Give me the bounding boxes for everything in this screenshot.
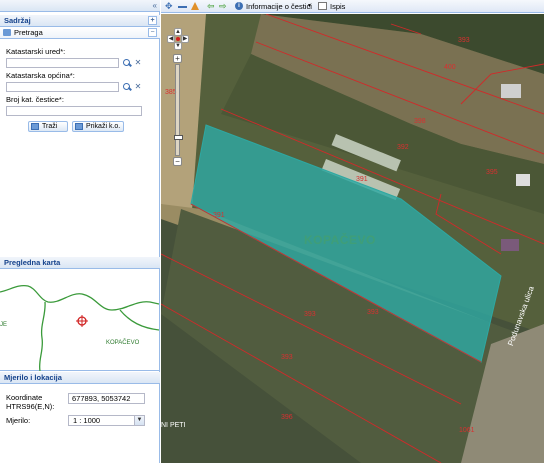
mjerilo-title: Mjerilo i lokacija xyxy=(4,373,62,382)
measure-line-icon[interactable] xyxy=(178,6,187,8)
zoom-thumb[interactable] xyxy=(174,135,183,140)
info-label[interactable]: Informacije o čestici xyxy=(246,2,312,11)
search-button[interactable]: Traži xyxy=(28,121,68,132)
measure-area-icon[interactable] xyxy=(191,2,199,10)
expand-sadrzaj-button[interactable]: + xyxy=(148,16,157,25)
scale-select[interactable]: 1 : 1000 ▼ xyxy=(68,415,145,426)
broj-cestice-label: Broj kat. čestice*: xyxy=(6,95,64,104)
chevron-down-icon[interactable]: ▼ xyxy=(134,416,144,425)
show-ko-icon xyxy=(75,123,83,130)
zoom-slider: + − xyxy=(173,54,183,166)
collapse-pretraga-button[interactable]: − xyxy=(148,28,157,37)
scale-select-value: 1 : 1000 xyxy=(73,416,101,425)
collapse-panel-button[interactable]: « xyxy=(153,1,157,10)
print-label[interactable]: Ispis xyxy=(330,2,345,11)
street-name-label: NI PETI xyxy=(161,422,186,429)
boundary-line xyxy=(119,309,160,331)
show-ko-button[interactable]: Prikaži k.o. xyxy=(72,121,124,132)
printer-icon[interactable] xyxy=(318,2,327,10)
zoom-in-button[interactable]: + xyxy=(173,54,182,63)
overview-map[interactable]: KOPAČEVO JE xyxy=(0,270,160,372)
boundary-line xyxy=(0,284,160,311)
broj-cestice-input[interactable] xyxy=(6,106,142,116)
zoom-track[interactable] xyxy=(174,64,183,156)
chevron-down-icon[interactable]: ▼ xyxy=(307,2,312,11)
clear-icon[interactable]: ✕ xyxy=(134,58,142,68)
pretraga-title: Pretraga xyxy=(14,28,43,37)
pan-icon[interactable]: ✥ xyxy=(165,2,173,11)
cadastral-map[interactable]: 393 400 398 392 391 391 393 393 393 1061… xyxy=(161,14,544,463)
parcel-number: 392 xyxy=(397,144,409,151)
panel-collapse-bar: « xyxy=(0,0,160,12)
katastarska-opcina-input[interactable] xyxy=(6,82,119,92)
pan-right-icon[interactable]: ▶ xyxy=(181,35,189,43)
coordinates-field[interactable]: 677893, 5053742 xyxy=(68,393,145,404)
parcel-number: 393 xyxy=(458,37,470,44)
parcel-number: 400 xyxy=(444,64,456,71)
katastarski-ured-input[interactable] xyxy=(6,58,119,68)
place-name-label: KOPAČEVO xyxy=(304,233,376,247)
parcel-number: 393 xyxy=(367,309,379,316)
coord-label-line1: Koordinate xyxy=(6,393,43,402)
search-panel-icon xyxy=(3,29,11,36)
info-icon[interactable]: i xyxy=(235,2,243,10)
overview-map-drawing xyxy=(0,284,160,372)
overview-edge-label: JE xyxy=(0,322,8,328)
overview-panel-header[interactable]: Pregledna karta xyxy=(0,257,160,269)
scale-label: Mjerilo: xyxy=(6,416,31,425)
building xyxy=(516,174,530,186)
sadrzaj-title: Sadržaj xyxy=(4,16,31,25)
parcel-number: 393 xyxy=(281,354,293,361)
parcel-number: 391 xyxy=(356,176,368,183)
building xyxy=(501,239,519,251)
mjerilo-panel-header[interactable]: Mjerilo i lokacija xyxy=(0,372,160,384)
boundary-line xyxy=(38,301,46,372)
building xyxy=(501,84,521,98)
zoom-out-button[interactable]: − xyxy=(173,157,182,166)
clear-icon[interactable]: ✕ xyxy=(134,82,142,92)
search-button-icon xyxy=(31,123,39,130)
overview-place-label: KOPAČEVO xyxy=(106,340,140,346)
map-toolbar: ✥ ⇦ ⇨ i Informacije o čestici ▼ Ispis xyxy=(161,0,544,13)
search-icon[interactable] xyxy=(122,58,132,68)
coord-label-line2: HTRS96(E,N): xyxy=(6,402,55,411)
pretraga-panel-header[interactable]: Pretraga − xyxy=(0,27,160,39)
pan-control: ▲ ◀ ▶ ▼ xyxy=(167,28,189,50)
parcel-number: 393 xyxy=(304,311,316,318)
search-icon[interactable] xyxy=(122,82,132,92)
overview-title: Pregledna karta xyxy=(4,258,61,267)
parcel-number: 1061 xyxy=(459,427,475,434)
parcel-number: 391 xyxy=(213,212,225,219)
show-ko-label: Prikaži k.o. xyxy=(86,123,121,130)
sadrzaj-panel-header[interactable]: Sadržaj + xyxy=(0,15,160,27)
left-panel: « Sadržaj + Pretraga − Katastarski ured*… xyxy=(0,0,160,463)
forward-arrow-icon[interactable]: ⇨ xyxy=(219,2,227,11)
parcel-number: 398 xyxy=(414,118,426,125)
search-button-label: Traži xyxy=(42,123,58,130)
katastarska-opcina-label: Katastarska općina*: xyxy=(6,71,75,80)
back-arrow-icon[interactable]: ⇦ xyxy=(207,2,215,11)
parcel-number: 396 xyxy=(281,414,293,421)
pan-down-icon[interactable]: ▼ xyxy=(174,42,182,50)
katastarski-ured-label: Katastarski ured*: xyxy=(6,47,66,56)
pan-center-icon[interactable] xyxy=(176,37,180,41)
parcel-number: 395 xyxy=(486,169,498,176)
